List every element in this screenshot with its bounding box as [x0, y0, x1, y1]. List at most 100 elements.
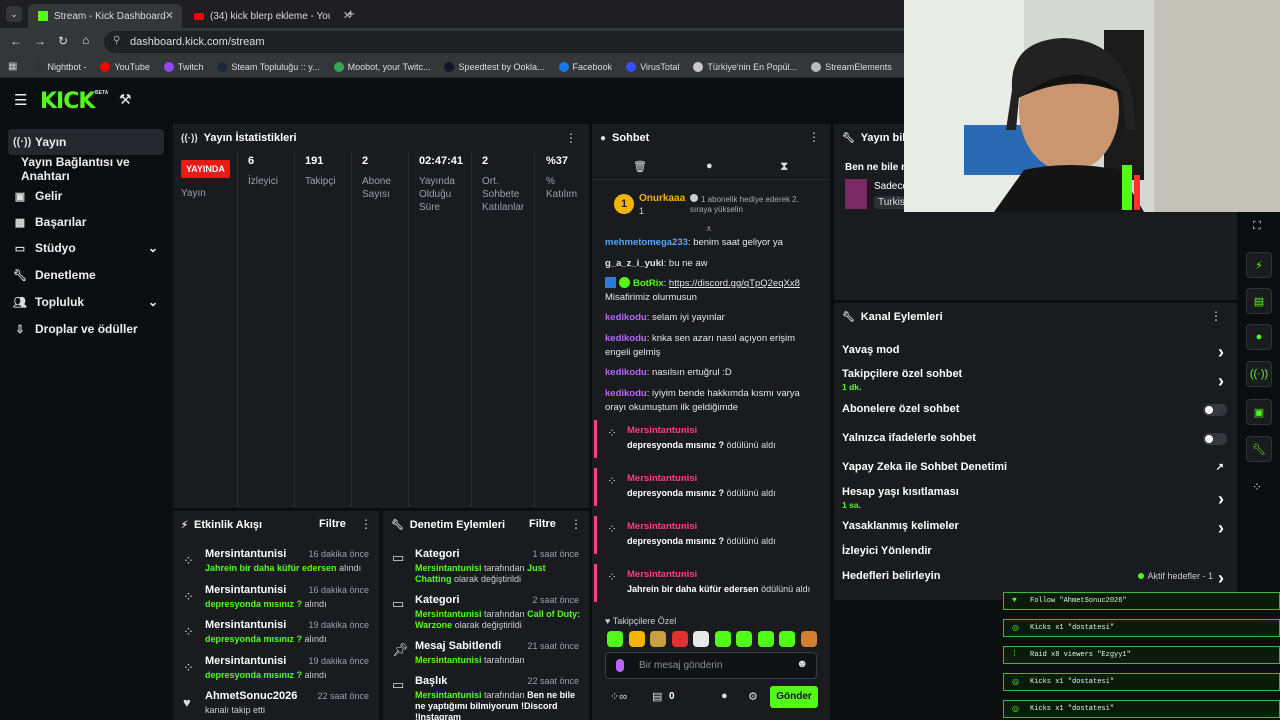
tab-search-button[interactable]: ⌄ [6, 6, 22, 22]
reload-icon[interactable]: ↻ [58, 34, 68, 48]
bookmark-item[interactable]: Moobot, your Twitc... [333, 61, 430, 72]
sidebar-item-topluluk[interactable]: 👥︎ Topluluk ⌄ [8, 289, 164, 315]
bookmark-item[interactable]: Steam Topluluğu :: y... [217, 61, 320, 72]
chat-username[interactable]: kedikodu [605, 333, 647, 344]
mod-user[interactable]: Mersintantunisi [415, 563, 482, 573]
sidebar-item-stream-key[interactable]: Yayın Bağlantısı ve Anahtarı [16, 155, 176, 183]
url-field[interactable]: ⚲ dashboard.kick.com/stream [104, 31, 924, 53]
wrench-button[interactable]: 🔧︎ [1246, 436, 1272, 462]
tab-youtube[interactable]: (34) kick blerp ekleme - YouTube ✕ [184, 4, 360, 28]
top-gifter-name[interactable]: Onurkaaa [639, 193, 685, 204]
notes-button[interactable]: ▤ [1246, 288, 1272, 314]
sidebar-item-yayin[interactable]: ((·)) Yayın [8, 129, 164, 155]
redeem-user[interactable]: Mersintantunisi [627, 425, 697, 436]
bookmark-item[interactable]: Twitch [163, 61, 203, 72]
toggle-switch[interactable] [1203, 404, 1227, 416]
emote-icon[interactable] [693, 631, 709, 647]
chat-username[interactable]: kedikodu [605, 312, 647, 323]
store-icon[interactable]: ▤ [652, 690, 662, 703]
chevron-down-icon[interactable]: ⌄ [148, 241, 158, 255]
mod-user[interactable]: Mersintantunisi [415, 609, 482, 619]
new-tab-button[interactable]: + [347, 6, 355, 21]
chat-username[interactable]: BotRix [633, 278, 664, 289]
chat-icon[interactable]: ● [721, 690, 728, 702]
chevron-right-icon[interactable]: › [1218, 342, 1224, 363]
sidebar-item-studyo[interactable]: ▭ Stüdyo ⌄ [8, 235, 164, 261]
hourglass-icon[interactable]: ⧗ [780, 159, 788, 174]
chat-input[interactable]: Bir mesaj gönderin ☻ [605, 652, 817, 679]
emoji-icon[interactable]: ☻ [796, 658, 808, 670]
chat-username[interactable]: kedikodu [605, 367, 647, 378]
channel-action-row[interactable]: Yavaş mod › [842, 342, 1227, 366]
forward-icon[interactable]: → [34, 34, 46, 48]
channel-points-icon[interactable]: ⁘∞ [610, 690, 627, 703]
channel-action-row[interactable]: Yasaklanmış kelimeler › [842, 518, 1227, 542]
more-options-icon[interactable]: ⋮ [1210, 309, 1222, 323]
chat-username[interactable]: mehmetomega233 [605, 237, 688, 248]
mod-user[interactable]: Mersintantunisi [415, 690, 482, 700]
redeem-user[interactable]: Mersintantunisi [627, 569, 697, 580]
bookmark-item[interactable]: VirusTotal [626, 61, 679, 72]
quick-actions-button[interactable]: ⚡︎ [1246, 252, 1272, 278]
emote-icon[interactable] [628, 631, 645, 647]
collapse-icon[interactable]: ⩡ [706, 224, 712, 235]
tab-kick-dashboard[interactable]: Stream - Kick Dashboard ✕ [28, 4, 182, 28]
mod-user[interactable]: Mersintantunisi [415, 655, 482, 665]
kick-logo[interactable]: KICK [40, 89, 95, 114]
back-icon[interactable]: ← [10, 34, 22, 48]
close-tab-icon[interactable]: ✕ [165, 9, 174, 22]
chat-settings-icon[interactable]: ● [706, 160, 713, 172]
chat-button[interactable]: ● [1246, 324, 1272, 350]
channel-action-row[interactable]: Yapay Zeka ile Sohbet Denetimi ↗ [842, 461, 1227, 483]
broadcast-button[interactable]: ((·)) [1246, 361, 1272, 387]
chevron-right-icon[interactable]: › [1218, 489, 1224, 510]
site-info-icon[interactable]: ⚲ [113, 35, 120, 46]
moderation-button[interactable]: ▣ [1246, 399, 1272, 425]
emote-icon[interactable] [607, 631, 623, 647]
hammer-icon[interactable]: ⚒ [119, 91, 132, 108]
home-icon[interactable]: ⌂ [82, 33, 89, 47]
channel-action-row[interactable]: Hedefleri belirleyin › Aktif hedefler - 1 [842, 568, 1227, 592]
chat-link[interactable]: https://discord.gg/qTpQ2eqXx8 [669, 278, 800, 289]
sidebar-item-basarilar[interactable]: ▦ Başarılar [8, 209, 164, 235]
mod-filter-button[interactable]: Filtre [529, 518, 556, 530]
chat-username[interactable]: kedikodu [605, 388, 647, 399]
channel-action-row[interactable]: Takipçilere özel sohbet 1 dk. › [842, 368, 1227, 392]
sidebar-item-denetleme[interactable]: 🔧︎ Denetleme [8, 262, 164, 288]
emote-icon[interactable] [714, 631, 731, 647]
more-options-icon[interactable]: ⋮ [808, 130, 820, 144]
sidebar-item-gelir[interactable]: ▣ Gelir [8, 183, 164, 209]
toggle-switch[interactable] [1203, 433, 1227, 445]
emote-icon[interactable] [800, 631, 817, 647]
fullscreen-icon[interactable]: ⛶ [1253, 220, 1261, 233]
more-options-icon[interactable]: ⋮ [565, 131, 577, 145]
emote-icon[interactable] [650, 631, 666, 647]
bookmark-item[interactable]: Türkiye'nin En Popül... [693, 61, 797, 72]
bookmark-item[interactable]: Nightbot - [33, 61, 86, 72]
external-link-icon[interactable]: ↗ [1216, 462, 1224, 473]
channel-action-row[interactable]: Abonelere özel sohbet [842, 403, 1227, 425]
emote-icon[interactable] [671, 631, 688, 647]
activity-filter-button[interactable]: Filtre [319, 518, 346, 530]
redeem-user[interactable]: Mersintantunisi [627, 473, 697, 484]
channel-action-row[interactable]: Yalnızca ifadelerle sohbet [842, 432, 1227, 454]
sidebar-item-droplar[interactable]: ⇩ Droplar ve ödüller [8, 316, 164, 342]
send-button[interactable]: Gönder [770, 686, 818, 708]
emote-icon[interactable] [779, 631, 795, 647]
chevron-right-icon[interactable]: › [1218, 568, 1224, 589]
gear-icon[interactable]: ⚙︎ [748, 690, 758, 703]
chevron-down-icon[interactable]: ⌄ [148, 295, 158, 309]
bookmark-item[interactable]: Speedtest by Ookla... [444, 61, 545, 72]
menu-icon[interactable]: ☰ [14, 91, 27, 109]
chevron-right-icon[interactable]: › [1218, 371, 1224, 392]
more-options-icon[interactable]: ⋮ [570, 517, 582, 531]
trash-icon[interactable]: 🗑︎ [633, 160, 647, 173]
community-icon[interactable]: ⁘ [1252, 480, 1262, 494]
apps-icon[interactable]: ▦ [8, 61, 17, 72]
bookmark-item[interactable]: StreamElements [811, 61, 892, 72]
chat-username[interactable]: g_a_z_i_yuki [605, 258, 664, 269]
channel-action-row[interactable]: Hesap yaşı kısıtlaması 1 sa. › [842, 486, 1227, 510]
chevron-right-icon[interactable]: › [1218, 518, 1224, 539]
bookmark-item[interactable]: Facebook [558, 61, 612, 72]
more-options-icon[interactable]: ⋮ [360, 517, 372, 531]
